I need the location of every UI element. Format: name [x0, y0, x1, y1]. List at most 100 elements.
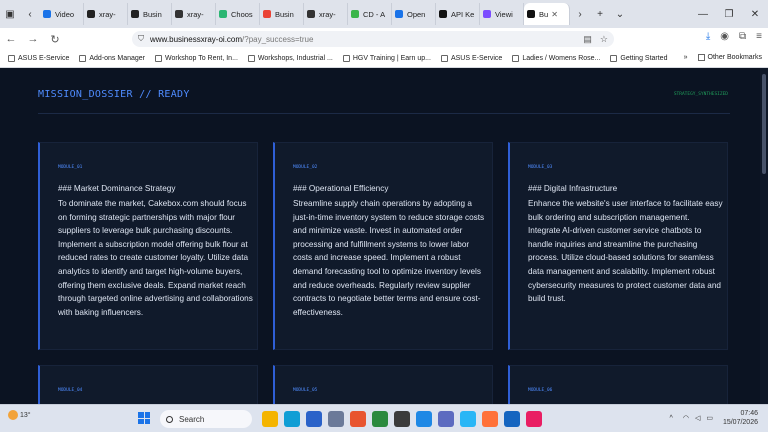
bookmark-star-icon[interactable]: ☆: [600, 34, 608, 45]
module-label: MODULE_06: [528, 388, 553, 393]
tab-favicon-icon: [439, 10, 447, 18]
tray-overflow-icon[interactable]: ^: [670, 415, 673, 422]
bookmark-label: Workshop To Rent, In...: [165, 55, 238, 62]
weather-widget[interactable]: 13°: [8, 410, 31, 420]
page-scrollbar[interactable]: [760, 68, 768, 404]
app-icon[interactable]: [416, 411, 432, 427]
bookmark-favicon-icon: [512, 55, 520, 62]
tab-label: CD - A: [363, 9, 386, 19]
tab-favicon-icon: [219, 10, 227, 18]
app-icon[interactable]: [460, 411, 476, 427]
bookmark-label: ASUS E-Service: [18, 55, 70, 62]
forward-button[interactable]: →: [22, 33, 44, 45]
browser-tab[interactable]: Bu ✕: [524, 3, 570, 25]
other-bookmarks[interactable]: » Other Bookmarks: [684, 54, 762, 61]
browser-tab[interactable]: xray-: [172, 3, 216, 25]
clock-time: 07:46: [740, 410, 758, 417]
module-card: MODULE_01 ### Market Dominance Strategy …: [38, 142, 258, 350]
tab-overview-icon[interactable]: ▣: [0, 4, 20, 24]
module-title: ### Operational Efficiency: [293, 184, 389, 193]
tab-label: xray-: [319, 9, 336, 19]
bookmark-favicon-icon: [155, 55, 163, 62]
bookmark-favicon-icon: [440, 55, 448, 62]
file-explorer-icon[interactable]: [262, 411, 278, 427]
downloads-icon[interactable]: ⤓: [706, 31, 710, 42]
reload-button[interactable]: ↻: [44, 33, 66, 46]
firefox-icon[interactable]: [482, 411, 498, 427]
tab-label: xray-: [187, 9, 204, 19]
browser-tab[interactable]: Viewi: [480, 3, 524, 25]
browser-tab[interactable]: xray-: [304, 3, 348, 25]
bookmark-favicon-icon: [247, 55, 255, 62]
tab-scroll-left-icon[interactable]: ‹: [20, 4, 40, 24]
more-bookmarks-icon[interactable]: »: [684, 54, 688, 61]
browser-tab[interactable]: Choos: [216, 3, 260, 25]
module-label: MODULE_02: [293, 165, 318, 170]
tab-favicon-icon: [175, 10, 183, 18]
module-label: MODULE_05: [293, 388, 318, 393]
tab-label: xray-: [99, 9, 116, 19]
battery-icon[interactable]: ▭: [706, 414, 713, 422]
close-tab-icon[interactable]: ✕: [551, 10, 558, 19]
address-bar[interactable]: ⛉ www.businessxray-oi.com/?pay_success=t…: [132, 31, 614, 47]
app-icon[interactable]: [394, 411, 410, 427]
bookmark-item[interactable]: Workshops, Industrial ...: [247, 55, 333, 62]
bookmark-label: Add-ons Manager: [89, 55, 146, 62]
browser-tab[interactable]: xray-: [84, 3, 128, 25]
bookmark-item[interactable]: ASUS E-Service: [440, 55, 503, 62]
app-icon[interactable]: [306, 411, 322, 427]
browser-tab[interactable]: Busin: [128, 3, 172, 25]
app-icon[interactable]: [372, 411, 388, 427]
bookmark-item[interactable]: HGV Training | Earn up...: [342, 55, 431, 62]
close-window-icon[interactable]: ✕: [742, 9, 768, 20]
wifi-icon[interactable]: ◠: [683, 414, 689, 422]
bookmark-item[interactable]: Workshop To Rent, In...: [155, 55, 238, 62]
tab-label: Viewi: [495, 9, 513, 19]
extensions-icon[interactable]: ⧉: [739, 31, 746, 42]
bookmark-item[interactable]: Add-ons Manager: [79, 55, 145, 62]
reader-mode-icon[interactable]: ▤: [583, 34, 592, 45]
taskbar: 13° Search ^ ◠ ◁ ▭ 07:46 15/07/2026: [0, 404, 768, 432]
system-tray: ^ ◠ ◁ ▭ 07:46 15/07/2026: [670, 409, 758, 427]
tab-list-icon[interactable]: ⌄: [610, 4, 630, 24]
tab-scroll-right-icon[interactable]: ›: [570, 4, 590, 24]
browser-tab[interactable]: Open: [392, 3, 436, 25]
module-body: Streamline supply chain operations by ad…: [293, 199, 485, 317]
tab-favicon-icon: [131, 10, 139, 18]
menu-icon[interactable]: ≡: [756, 31, 762, 42]
outlook-icon[interactable]: [504, 411, 520, 427]
volume-icon[interactable]: ◁: [695, 414, 700, 422]
clock[interactable]: 07:46 15/07/2026: [723, 409, 758, 427]
edge-icon[interactable]: [284, 411, 300, 427]
app-icon[interactable]: [328, 411, 344, 427]
tab-label: Busin: [143, 9, 162, 19]
store-icon[interactable]: [350, 411, 366, 427]
weather-sun-icon: [8, 410, 18, 420]
windows-start-icon[interactable]: [138, 412, 150, 424]
browser-tab[interactable]: API Ke: [436, 3, 480, 25]
bookmark-item[interactable]: Getting Started: [610, 55, 667, 62]
taskbar-search[interactable]: Search: [160, 410, 252, 428]
tab-favicon-icon: [351, 10, 359, 18]
site-info-icon[interactable]: ⛉: [138, 34, 144, 44]
browser-tab-strip: ▣ ‹ Video xray- Busin xray- Choos Busin xray- C…: [0, 0, 768, 28]
scrollbar-thumb[interactable]: [762, 74, 766, 174]
divider: [38, 113, 730, 114]
maximize-icon[interactable]: ❐: [716, 9, 742, 20]
app-icon[interactable]: [438, 411, 454, 427]
browser-tab[interactable]: CD - A: [348, 3, 392, 25]
bookmark-item[interactable]: ASUS E-Service: [8, 55, 69, 62]
bookmark-label: ASUS E-Service: [450, 55, 503, 62]
browser-tab[interactable]: Busin: [260, 3, 304, 25]
account-icon[interactable]: ◉: [720, 31, 729, 42]
tab-favicon-icon: [307, 10, 315, 18]
bookmark-label: Getting Started: [620, 55, 668, 62]
bookmark-item[interactable]: Ladies / Womens Rose...: [512, 55, 600, 62]
new-tab-button[interactable]: +: [590, 4, 610, 24]
minimize-icon[interactable]: —: [690, 9, 716, 20]
browser-tab[interactable]: Video: [40, 3, 84, 25]
search-label: Search: [179, 414, 205, 424]
back-button[interactable]: ←: [0, 33, 22, 45]
tab-label: Open: [407, 9, 426, 19]
snipping-tool-icon[interactable]: [526, 411, 542, 427]
